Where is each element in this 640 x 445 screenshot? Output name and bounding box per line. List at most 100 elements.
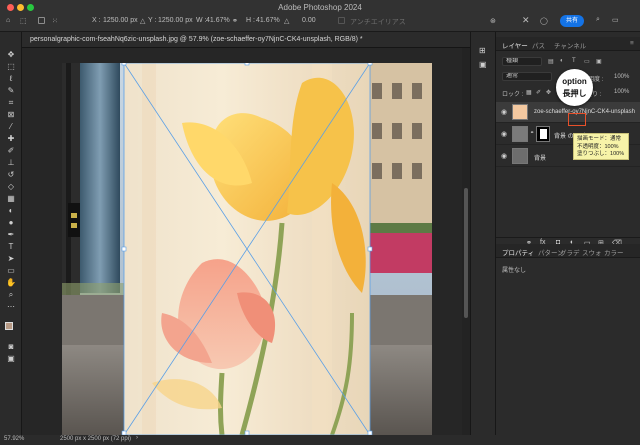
width-field[interactable]: 41.67% — [206, 17, 230, 24]
workspace-icon[interactable]: ▭ — [612, 16, 619, 24]
filter-smart-icon[interactable]: ▣ — [596, 58, 602, 65]
fill-value[interactable]: 100% — [614, 89, 629, 95]
quick-select-icon[interactable]: ✎ — [5, 86, 17, 96]
home-icon[interactable]: ⌂ — [6, 17, 10, 24]
anti-alias-checkbox[interactable] — [338, 17, 345, 24]
status-menu-icon[interactable]: › — [136, 435, 138, 441]
callout-line-2: 長押し — [562, 89, 587, 98]
tooltip-line-3: 塗りつぶし：100% — [577, 151, 625, 157]
layer-thumbnail — [512, 126, 528, 142]
w-label: W : — [196, 17, 207, 24]
marquee-icon[interactable]: ⬚ — [5, 62, 17, 72]
visibility-eye-icon[interactable]: ◉ — [501, 130, 507, 138]
canvas-area[interactable] — [22, 48, 462, 435]
reference-point-icon[interactable]: ⁙ — [52, 17, 58, 25]
cancel-transform-icon[interactable]: ✕ — [522, 15, 530, 26]
h-label: H : — [246, 17, 255, 24]
zoom-level[interactable]: 57.92% — [4, 436, 24, 442]
filter-shape-icon[interactable]: ▭ — [584, 58, 590, 65]
tab-layers[interactable]: レイヤー — [502, 40, 528, 50]
brush-icon[interactable]: ✐ — [5, 146, 17, 156]
height-field[interactable]: 41.67% — [256, 17, 280, 24]
pen-icon[interactable]: ✒ — [5, 230, 17, 240]
anti-alias-label: アンチエイリアス — [350, 19, 406, 26]
tools-panel: ✥ ⬚ ℓ ✎ ⌗ ⊠ ⁄ ✚ ✐ ⊥ ↺ ◇ ▦ ◐ ● ✒ T ➤ ▭ ✋ … — [0, 32, 22, 435]
type-icon[interactable]: T — [5, 242, 17, 252]
layer-name[interactable]: 背景 — [534, 153, 546, 162]
title-bar: Adobe Photoshop 2024 ⌂ ⬚ ⁙ X : 1250.00 p… — [0, 0, 640, 32]
layer-thumbnail — [512, 104, 528, 120]
lasso-icon[interactable]: ℓ — [5, 74, 17, 84]
tab-gradients[interactable]: グラデ — [560, 247, 580, 257]
link-icon[interactable]: △ — [140, 17, 145, 25]
layer-filter-row: 種類 ▤ ◐ T ▭ ▣ — [496, 56, 640, 68]
search-icon[interactable]: ⌕ — [596, 16, 600, 24]
y-position-field[interactable]: 1250.00 px — [158, 17, 193, 24]
canvas-image — [62, 63, 432, 435]
comments-panel-icon[interactable]: ▣ — [479, 60, 487, 69]
path-select-icon[interactable]: ➤ — [5, 254, 17, 264]
warp-icon[interactable]: ⊛ — [490, 17, 496, 25]
instruction-callout: option 長押し — [556, 69, 593, 106]
more-icon[interactable]: ⋯ — [5, 302, 17, 312]
lock-brush-icon[interactable]: ✐ — [536, 89, 541, 96]
commit-transform-icon[interactable]: ◯ — [540, 17, 548, 25]
eyedropper-icon[interactable]: ⁄ — [5, 122, 17, 132]
history-brush-icon[interactable]: ↺ — [5, 170, 17, 180]
stamp-icon[interactable]: ⊥ — [5, 158, 17, 168]
blend-mode-select[interactable]: 通常 — [502, 72, 552, 81]
callout-line-1: option — [562, 77, 587, 86]
x-position-field[interactable]: 1250.00 px — [103, 17, 138, 24]
screen-mode-icon[interactable]: ▣ — [5, 354, 17, 364]
filter-pixel-icon[interactable]: ▤ — [548, 58, 554, 65]
tab-channels[interactable]: チャンネル — [554, 40, 586, 50]
visibility-eye-icon[interactable]: ◉ — [501, 108, 507, 116]
eraser-icon[interactable]: ◇ — [5, 182, 17, 192]
angle-icon: △ — [284, 18, 290, 25]
vertical-scrollbar[interactable] — [462, 48, 470, 435]
hand-icon[interactable]: ✋ — [5, 278, 17, 288]
scrollbar-thumb[interactable] — [464, 188, 468, 318]
dodge-icon[interactable]: ● — [5, 218, 17, 228]
link-mask-icon[interactable]: ⚭ — [530, 130, 534, 136]
highlight-box — [568, 113, 586, 126]
history-panel-icon[interactable]: ⊞ — [479, 46, 486, 55]
quick-mask-icon[interactable]: ◙ — [5, 342, 17, 352]
blur-icon[interactable]: ◐ — [5, 206, 17, 216]
tab-color[interactable]: カラー — [604, 247, 624, 257]
lock-move-icon[interactable]: ✥ — [546, 89, 551, 96]
document-tab[interactable]: personalgraphic-com-fseahNq6zic-unsplash… — [22, 32, 470, 48]
tab-swatches[interactable]: スウォ — [582, 247, 602, 257]
app-title: Adobe Photoshop 2024 — [278, 3, 362, 12]
crop-icon[interactable]: ⌗ — [5, 98, 17, 108]
lock-pixels-icon[interactable]: ▦ — [526, 89, 532, 96]
tab-paths[interactable]: パス — [532, 40, 545, 50]
zoom-icon[interactable]: ⌕ — [5, 290, 17, 300]
layer-filter-select[interactable]: 種類 — [502, 57, 542, 66]
healing-icon[interactable]: ✚ — [5, 134, 17, 144]
visibility-eye-icon[interactable]: ◉ — [501, 152, 507, 160]
rectangle-icon[interactable]: ▭ — [5, 266, 17, 276]
color-swatch-icon[interactable] — [5, 322, 17, 334]
share-button[interactable]: 共有 — [560, 15, 584, 27]
panel-menu-icon[interactable]: ≡ — [630, 40, 634, 47]
transform-tool-icon[interactable]: ⬚ — [20, 17, 27, 25]
layer-tooltip: 描画モード：通常 不透明度：100% 塗りつぶし：100% — [573, 133, 629, 160]
tab-properties[interactable]: プロパティ — [502, 247, 534, 257]
filter-adjust-icon[interactable]: ◐ — [560, 58, 564, 64]
angle-field[interactable]: 0.00 — [302, 17, 316, 24]
y-label: Y : — [148, 17, 157, 24]
document-canvas[interactable] — [62, 63, 432, 435]
tooltip-line-2: 不透明度：100% — [577, 143, 619, 150]
opacity-value[interactable]: 100% — [614, 74, 629, 80]
layer-mask-thumbnail[interactable] — [536, 126, 550, 142]
tooltip-line-1: 描画モード：通常 — [577, 136, 622, 142]
frame-icon[interactable]: ⊠ — [5, 110, 17, 120]
move-icon[interactable]: ✥ — [5, 50, 17, 60]
status-bar: 57.92% 2500 px x 2500 px (72 ppi) › — [0, 435, 640, 445]
filter-type-icon[interactable]: T — [572, 58, 576, 64]
reference-point-checkbox[interactable] — [38, 17, 45, 24]
gradient-icon[interactable]: ▦ — [5, 194, 17, 204]
chain-icon[interactable]: ⚭ — [232, 17, 238, 25]
x-label: X : — [92, 17, 101, 24]
